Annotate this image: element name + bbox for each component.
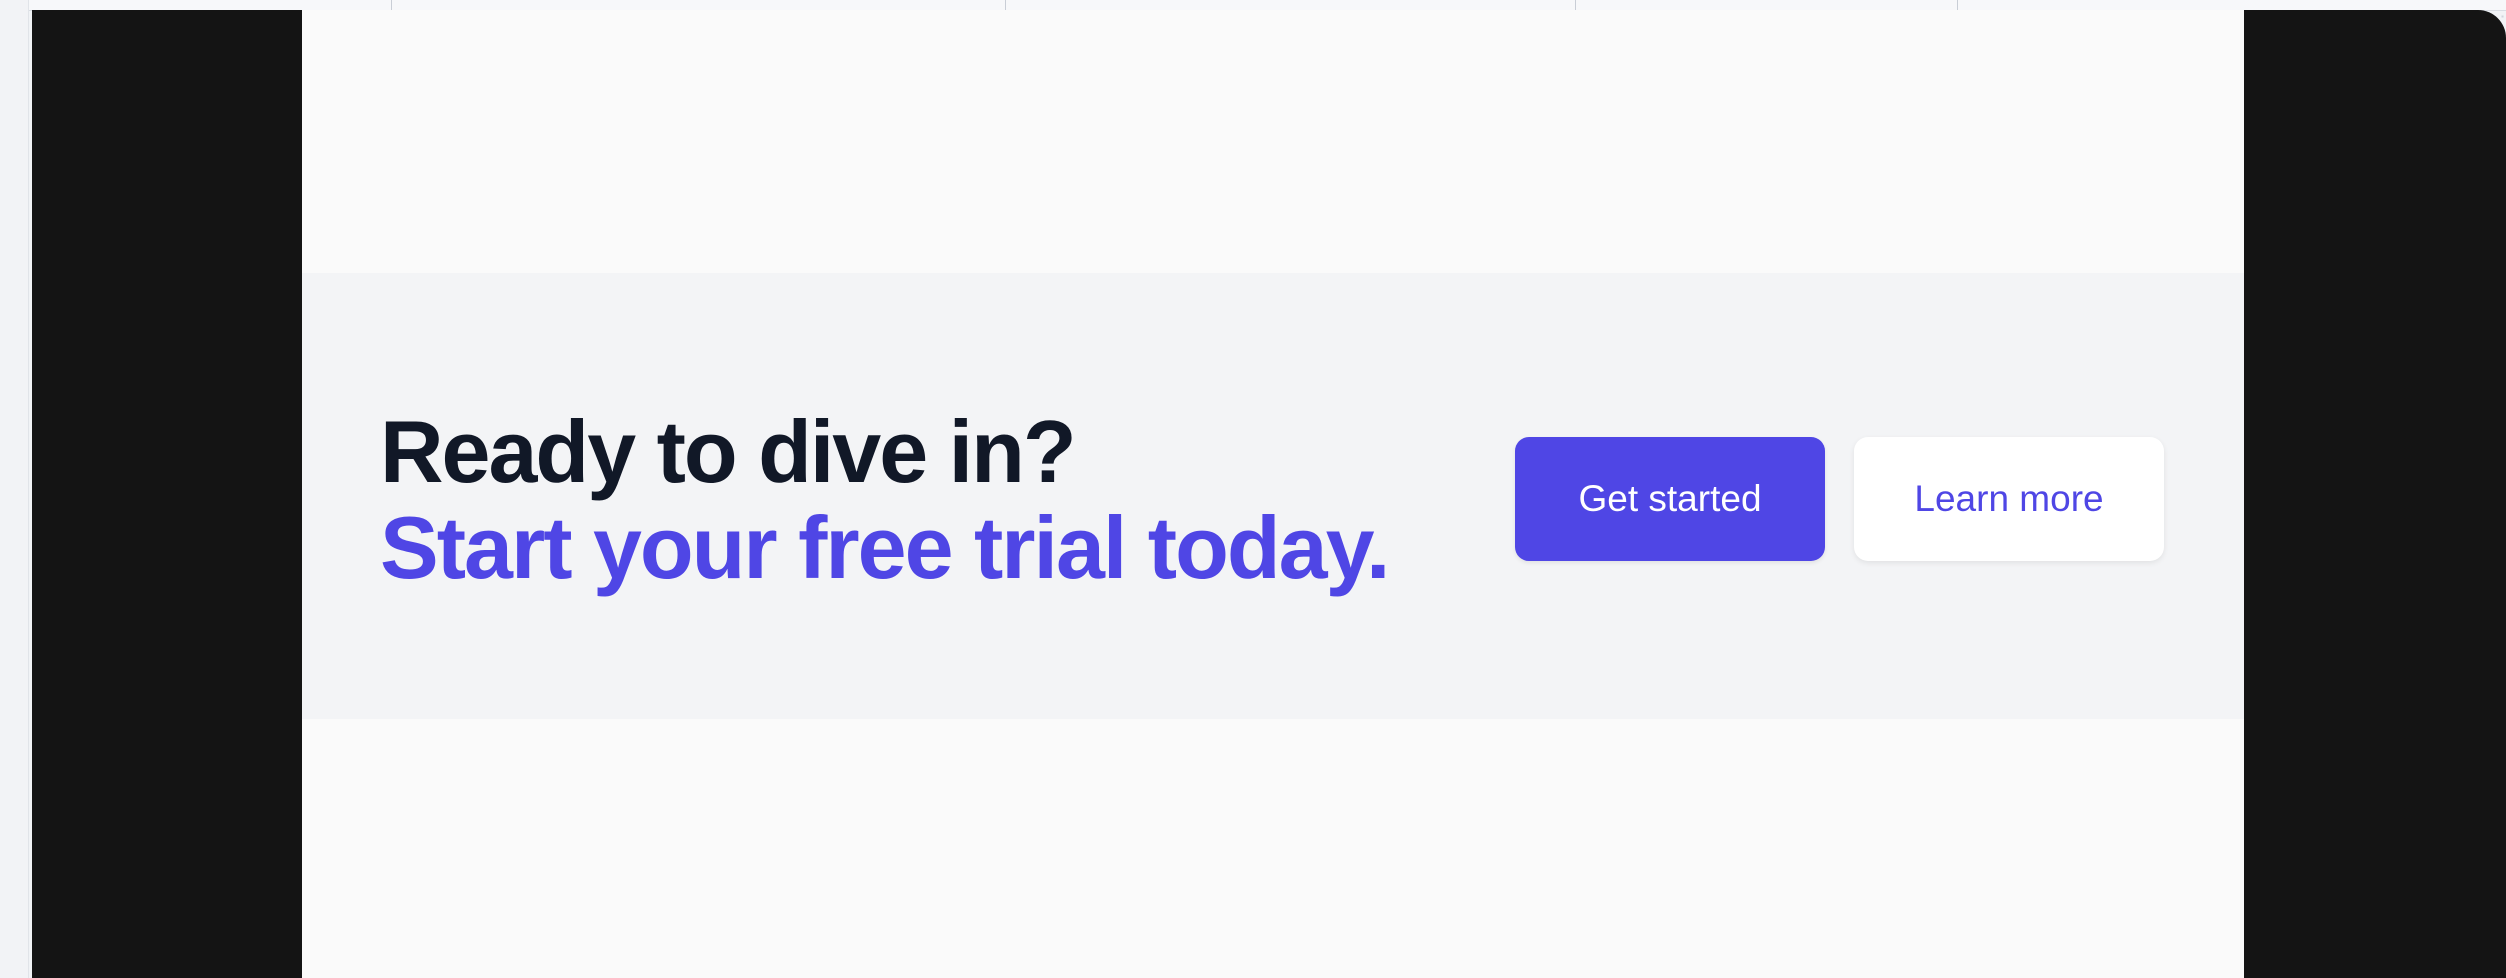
left-gutter <box>0 0 29 978</box>
top-strip-divider <box>1956 0 1958 10</box>
cta-heading-line1: Ready to dive in? <box>380 402 1077 501</box>
top-strip-divider <box>1574 0 1576 10</box>
top-strip-divider <box>390 0 392 10</box>
cta-heading-line2: Start your free trial today. <box>380 498 1390 597</box>
page-viewport: Ready to dive in? Start your free trial … <box>302 10 2244 978</box>
top-strip-divider <box>1004 0 1006 10</box>
cta-heading: Ready to dive in? Start your free trial … <box>380 402 1390 597</box>
screen: Ready to dive in? Start your free trial … <box>0 0 2506 978</box>
learn-more-button[interactable]: Learn more <box>1854 437 2164 561</box>
get-started-button[interactable]: Get started <box>1515 437 1825 561</box>
cta-section: Ready to dive in? Start your free trial … <box>302 273 2244 719</box>
